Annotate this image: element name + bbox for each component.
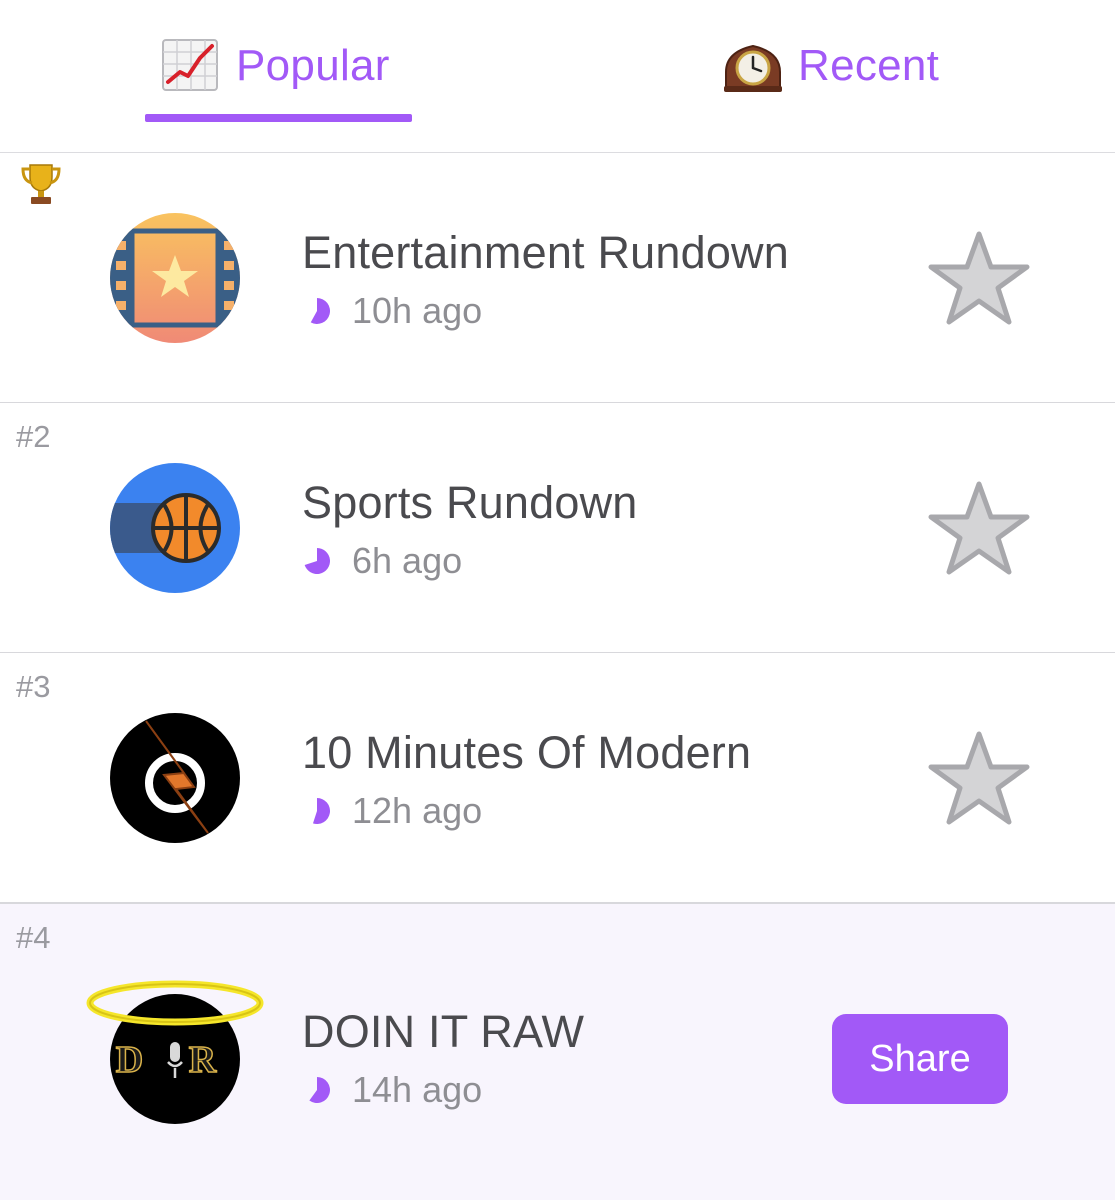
updated-time: 6h ago [352,540,463,581]
rank-label: #4 [16,920,51,955]
share-button[interactable]: Share [832,1014,1008,1104]
rank-label: #3 [16,669,51,704]
halo-icon [86,980,264,1026]
list-item[interactable]: #4 D R DOIN IT RAW 14h ago Share [0,903,1115,1200]
star-icon[interactable] [926,728,1032,828]
star-icon[interactable] [926,478,1032,578]
list-item[interactable]: #2 Sports Rundown 6h ago [0,403,1115,653]
progress-pie-icon [312,798,331,824]
tab-recent[interactable]: Recent [722,36,939,96]
updated-time: 10h ago [352,290,483,331]
progress-pie-icon [310,298,331,324]
updated-time: 12h ago [352,790,483,831]
podcast-title[interactable]: Entertainment Rundown [302,227,789,279]
mantelpiece-clock-icon [724,44,782,92]
list-item[interactable]: Entertainment Rundown 10h ago [0,153,1115,403]
updated-time: 14h ago [352,1069,483,1110]
podcast-title[interactable]: Sports Rundown [302,477,638,529]
episode-meta: 12h ago [302,789,482,833]
tab-popular-label: Popular [236,41,390,90]
chart-increasing-icon [162,39,218,91]
lightning-avatar[interactable] [110,713,240,843]
episode-meta: 10h ago [302,289,482,333]
podcast-title[interactable]: 10 Minutes Of Modern [302,727,751,779]
progress-pie-icon [309,1077,330,1103]
episode-meta: 6h ago [302,539,462,583]
podcast-title[interactable]: DOIN IT RAW [302,1006,584,1058]
film-star-avatar[interactable] [110,213,240,343]
app-screen: Popular Recent Entertainment Rundown 10h… [0,0,1115,1200]
star-icon[interactable] [926,228,1032,328]
basketball-avatar[interactable] [110,463,240,593]
episode-meta: 14h ago [302,1068,482,1112]
tab-bar: Popular Recent [0,0,1115,153]
tab-popular[interactable]: Popular [160,36,390,96]
active-tab-indicator [145,114,412,122]
rank-label: #2 [16,419,51,454]
trophy-icon [21,164,61,204]
progress-pie-icon [304,548,331,574]
list-item[interactable]: #3 10 Minutes Of Modern 12h ago [0,653,1115,903]
tab-recent-label: Recent [798,41,940,90]
